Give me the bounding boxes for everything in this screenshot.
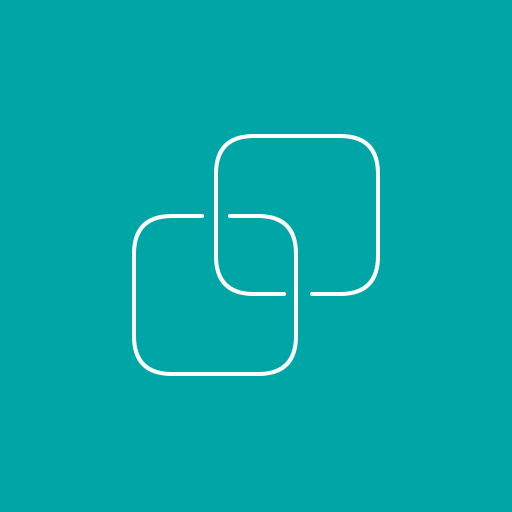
- icon-background: [0, 0, 512, 512]
- interlinked-squares-icon: [0, 0, 512, 512]
- app-icon: [0, 0, 512, 512]
